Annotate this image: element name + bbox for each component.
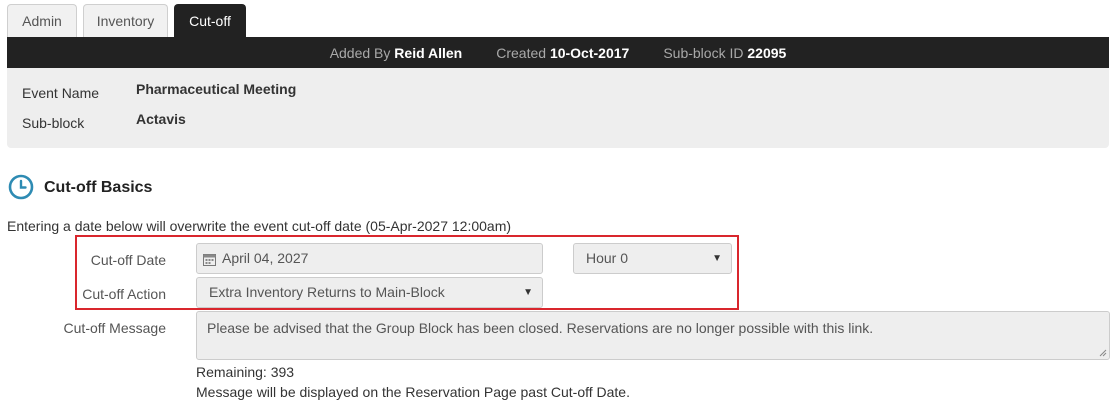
created-value: 10-Oct-2017 — [549, 44, 630, 61]
resize-grip-icon[interactable] — [1099, 349, 1107, 357]
added-by-label: Added By — [329, 44, 391, 61]
event-info-panel: Event Name Pharmaceutical Meeting Sub-bl… — [7, 68, 1109, 148]
subblock-id-info: Sub-block ID 22095 — [663, 45, 786, 61]
cutoff-intro-text: Entering a date below will overwrite the… — [7, 218, 512, 234]
record-info-bar: Added By Reid Allen Created 10-Oct-2017 … — [7, 37, 1109, 68]
tab-inventory[interactable]: Inventory — [83, 4, 168, 38]
subblock-label: Sub-block — [22, 115, 85, 131]
cutoff-action-select[interactable]: Extra Inventory Returns to Main-Block ▼ — [196, 277, 543, 308]
created-info: Created 10-Oct-2017 — [496, 45, 629, 61]
message-help-text: Message will be displayed on the Reserva… — [196, 384, 630, 400]
cutoff-message-textarea[interactable]: Please be advised that the Group Block h… — [196, 311, 1110, 360]
subblock-value: Actavis — [136, 111, 186, 127]
cutoff-date-value: April 04, 2027 — [222, 250, 309, 266]
cutoff-message-text: Please be advised that the Group Block h… — [207, 320, 874, 336]
tab-cutoff[interactable]: Cut-off — [174, 4, 246, 38]
tab-admin[interactable]: Admin — [7, 4, 77, 38]
added-by-info: Added By Reid Allen — [330, 45, 463, 61]
section-title: Cut-off Basics — [44, 179, 153, 196]
cutoff-action-value: Extra Inventory Returns to Main-Block — [209, 284, 445, 300]
event-name-label: Event Name — [22, 85, 100, 101]
hour-select-value: Hour 0 — [586, 250, 629, 266]
subblock-id-value: 22095 — [747, 44, 787, 61]
cutoff-action-label: Cut-off Action — [82, 286, 166, 302]
added-by-value: Reid Allen — [394, 44, 463, 61]
clock-icon — [8, 174, 34, 200]
cutoff-date-input[interactable]: April 04, 2027 — [196, 243, 543, 274]
hour-select[interactable]: Hour 0 ▼ — [573, 243, 732, 274]
event-name-value: Pharmaceutical Meeting — [136, 81, 297, 97]
subblock-id-label: Sub-block ID — [663, 44, 744, 61]
cutoff-message-label: Cut-off Message — [63, 320, 166, 336]
created-label: Created — [496, 44, 547, 61]
remaining-count: Remaining: 393 — [196, 364, 295, 380]
cutoff-date-label: Cut-off Date — [90, 252, 166, 268]
calendar-icon — [203, 254, 216, 266]
chevron-down-icon: ▼ — [712, 253, 722, 264]
chevron-down-icon: ▼ — [523, 287, 533, 298]
